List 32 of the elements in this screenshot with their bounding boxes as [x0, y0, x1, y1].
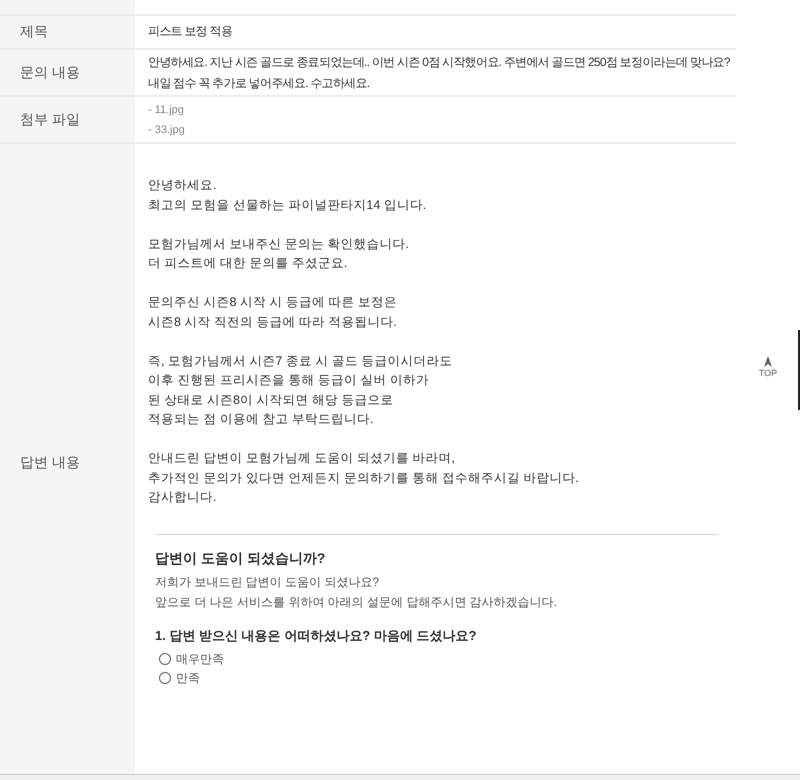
survey-intro: 저희가 보내드린 답변이 도움이 되셨나요? — [155, 574, 380, 591]
answer-line: 시즌8 시작 직전의 등급에 따라 적용됩니다. — [148, 314, 397, 331]
survey-question: 1. 답변 받으신 내용은 어떠하셨나요? 마음에 드셨나요? — [155, 626, 476, 645]
file-link[interactable]: - 11.jpg — [148, 100, 184, 120]
survey-title: 답변이 도움이 되셨습니까? — [155, 548, 326, 568]
file-link[interactable]: - 33.jpg — [148, 120, 185, 140]
answer-line: 이후 진행된 프리시즌을 통해 등급이 실버 이하가 — [148, 372, 429, 390]
row-label: 제목 — [20, 22, 48, 42]
answer-line: 감사합니다. — [148, 489, 216, 506]
answer-line: 안내드린 답변이 모험가님께 도움이 되셨기를 바라며, — [148, 450, 455, 468]
answer-line: 된 상태로 시즌8이 시작되면 해당 등급으로 — [148, 392, 394, 409]
survey-intro: 앞으로 더 나은 서비스를 위하여 아래의 설문에 답해주시면 감사하겠습니다. — [155, 594, 558, 611]
answer-line: 최고의 모험을 선물하는 파이널판타지14 입니다. — [148, 196, 426, 214]
answer-line: 모험가님께서 보내주신 문의는 확인했습니다. — [148, 236, 409, 253]
radio-option[interactable]: 만족 — [159, 668, 200, 687]
answer-line: 적용되는 점 이용에 참고 부탁드립니다. — [148, 411, 374, 428]
answer-line: 안녕하세요. — [148, 177, 216, 194]
row-label: 답변 내용 — [20, 452, 80, 472]
up-arrow-icon — [763, 356, 773, 368]
radio-option[interactable]: 매우만족 — [159, 650, 224, 668]
radio-button[interactable] — [159, 652, 171, 665]
answer-line: 즉, 모험가님께서 시즌7 종료 시 골드 등급이시더라도 — [148, 352, 452, 370]
row-value: 내일 점수 꼭 추가로 넣어주세요. 수고하세요. — [148, 74, 370, 92]
row-value: 피스트 보정 적용 — [148, 23, 234, 40]
radio-button[interactable] — [159, 672, 171, 684]
top-button[interactable]: TOP — [758, 356, 778, 378]
row-label: 문의 내용 — [20, 63, 80, 82]
answer-line: 더 피스트에 대한 문의를 주셨군요. — [148, 255, 348, 272]
row-label: 첨부 파일 — [20, 110, 80, 130]
answer-line: 문의주신 시즌8 시작 시 등급에 따른 보정은 — [148, 294, 397, 312]
row-value: 안녕하세요. 지난 시즌 골드로 종료되었는데.. 이번 시즌 0점 시작했어요. 주변에서 골드면 250점 보정이라는데 맞나요? — [148, 54, 731, 71]
answer-line: 추가적인 문의가 있다면 언제든지 문의하기를 통해 접수해주시길 바랍니다. — [148, 470, 579, 487]
